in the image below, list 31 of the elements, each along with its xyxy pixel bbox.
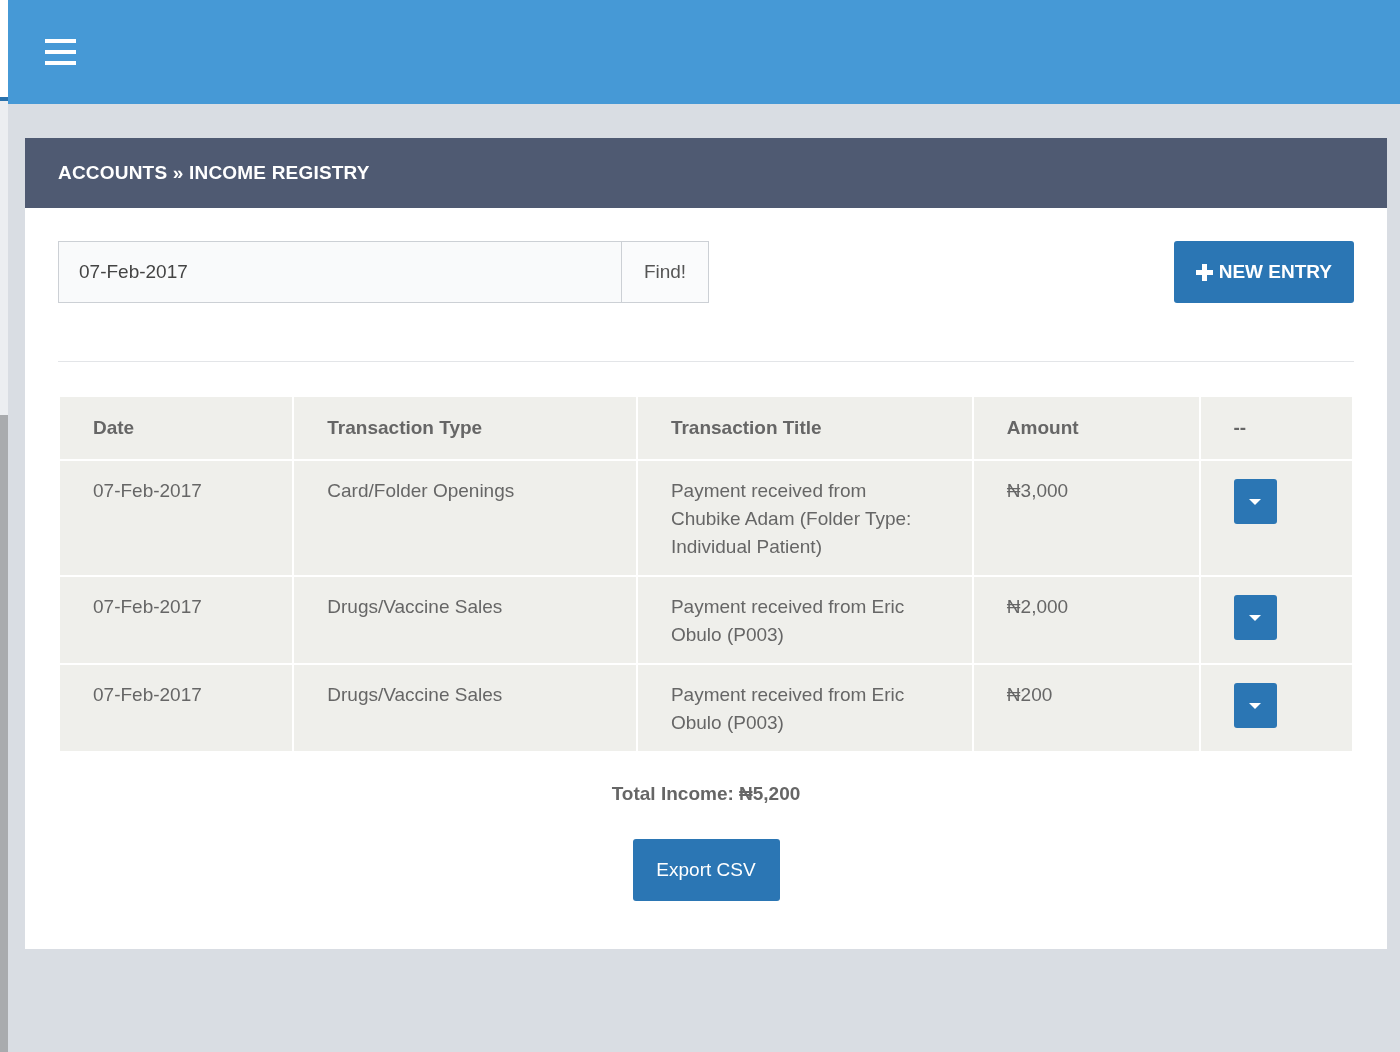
total-income: Total Income: ₦5,200 bbox=[610, 783, 802, 805]
find-button[interactable]: Find! bbox=[622, 241, 709, 303]
caret-icon bbox=[1249, 614, 1261, 621]
plus-icon bbox=[1195, 263, 1213, 281]
column-header: -- bbox=[1199, 397, 1353, 460]
table-cell: 07-Feb-2017 bbox=[59, 576, 294, 664]
table-cell: Drugs/Vaccine Sales bbox=[293, 664, 637, 752]
caret-icon bbox=[1249, 498, 1261, 505]
menu-icon[interactable] bbox=[45, 39, 76, 65]
caret-icon bbox=[1249, 702, 1261, 709]
date-field[interactable]: 07-Feb-2017 bbox=[58, 241, 622, 303]
table-cell: Payment received from Eric Obulo (P003) bbox=[636, 576, 973, 664]
table-cell: Card/Folder Openings bbox=[293, 460, 637, 576]
new-entry-button[interactable]: NEW ENTRY bbox=[1173, 241, 1354, 303]
breadcrumb: ACCOUNTS » INCOME REGISTRY bbox=[58, 162, 370, 184]
table-cell: ₦200 bbox=[972, 664, 1200, 752]
table-cell: ₦2,000 bbox=[972, 576, 1200, 664]
column-header: Amount bbox=[972, 397, 1200, 460]
column-header: Transaction Title bbox=[636, 397, 973, 460]
table-cell: Drugs/Vaccine Sales bbox=[293, 576, 637, 664]
dropdown-button[interactable] bbox=[1233, 683, 1277, 728]
table-cell: 07-Feb-2017 bbox=[59, 664, 294, 752]
table-cell: 07-Feb-2017 bbox=[59, 460, 294, 576]
table-cell: Payment received from Chubike Adam (Folder Type: Individual Patient) bbox=[636, 460, 973, 576]
dropdown-button[interactable] bbox=[1233, 595, 1277, 640]
table-cell: ₦3,000 bbox=[972, 460, 1200, 576]
export-csv-button[interactable]: Export CSV bbox=[632, 839, 780, 901]
column-header: Date bbox=[59, 397, 294, 460]
column-header: Transaction Type bbox=[293, 397, 637, 460]
dropdown-button[interactable] bbox=[1233, 479, 1277, 524]
table-cell: Payment received from Eric Obulo (P003) bbox=[636, 664, 973, 752]
